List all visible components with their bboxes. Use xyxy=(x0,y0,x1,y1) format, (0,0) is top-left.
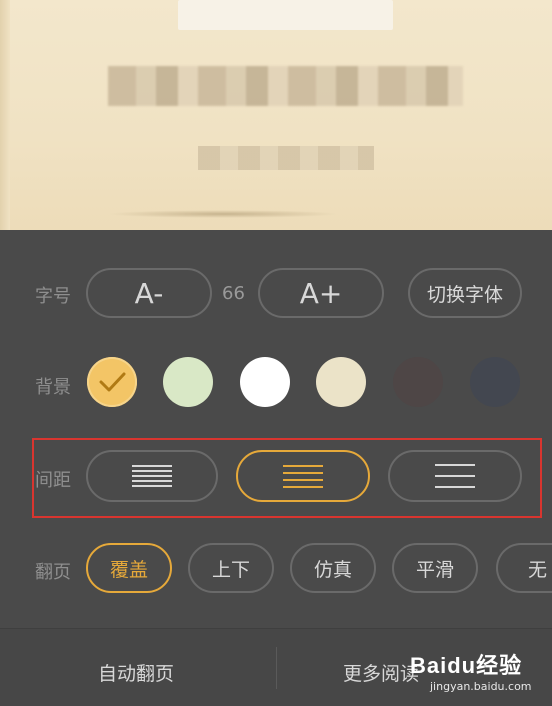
background-swatch-dark-brown[interactable] xyxy=(393,357,443,407)
page-edge xyxy=(0,0,10,230)
background-label: 背景 xyxy=(35,377,71,398)
watermark-brand: Baidu经验 xyxy=(410,653,523,678)
checkmark-icon xyxy=(99,372,126,392)
switch-font-label: 切换字体 xyxy=(426,283,503,306)
spacing-highlight-box xyxy=(32,438,542,518)
page-turn-option-label: 仿真 xyxy=(313,558,352,581)
font-decrease-button[interactable]: A- xyxy=(86,268,212,318)
watermark-url: jingyan.baidu.com xyxy=(430,680,532,693)
blurred-image xyxy=(178,0,393,30)
font-increase-button[interactable]: A+ xyxy=(258,268,384,318)
background-swatch-green[interactable] xyxy=(163,357,213,407)
page-turn-option-label: 无 xyxy=(528,558,548,581)
page-turn-option-vertical[interactable]: 上下 xyxy=(188,543,274,593)
background-swatch-white[interactable] xyxy=(240,357,290,407)
blurred-subtitle xyxy=(198,146,374,170)
auto-page-turn-button[interactable]: 自动翻页 xyxy=(98,659,174,686)
page-turn-option-simulation[interactable]: 仿真 xyxy=(290,543,376,593)
bottom-divider xyxy=(276,647,277,689)
book-page-preview xyxy=(0,0,552,230)
decorative-divider xyxy=(108,210,338,218)
page-turn-option-label: 覆盖 xyxy=(109,558,148,581)
page-turn-label: 翻页 xyxy=(35,562,71,583)
font-increase-label: A+ xyxy=(299,276,343,310)
blurred-title xyxy=(108,66,463,106)
page-turn-option-label: 上下 xyxy=(211,558,250,581)
background-swatch-dark-blue[interactable] xyxy=(470,357,520,407)
font-decrease-label: A- xyxy=(134,276,164,310)
page-turn-option-label: 平滑 xyxy=(415,558,454,581)
switch-font-button[interactable]: 切换字体 xyxy=(408,268,522,318)
background-swatch-beige[interactable] xyxy=(316,357,366,407)
font-size-label: 字号 xyxy=(35,286,71,307)
page-turn-option-smooth[interactable]: 平滑 xyxy=(392,543,478,593)
page-turn-option-cover[interactable]: 覆盖 xyxy=(86,543,172,593)
page-turn-option-none[interactable]: 无 xyxy=(496,543,552,593)
background-swatch-yellow[interactable] xyxy=(87,357,137,407)
more-reading-settings-button[interactable]: 更多阅读 xyxy=(343,659,419,686)
font-size-value: 66 xyxy=(222,283,245,304)
